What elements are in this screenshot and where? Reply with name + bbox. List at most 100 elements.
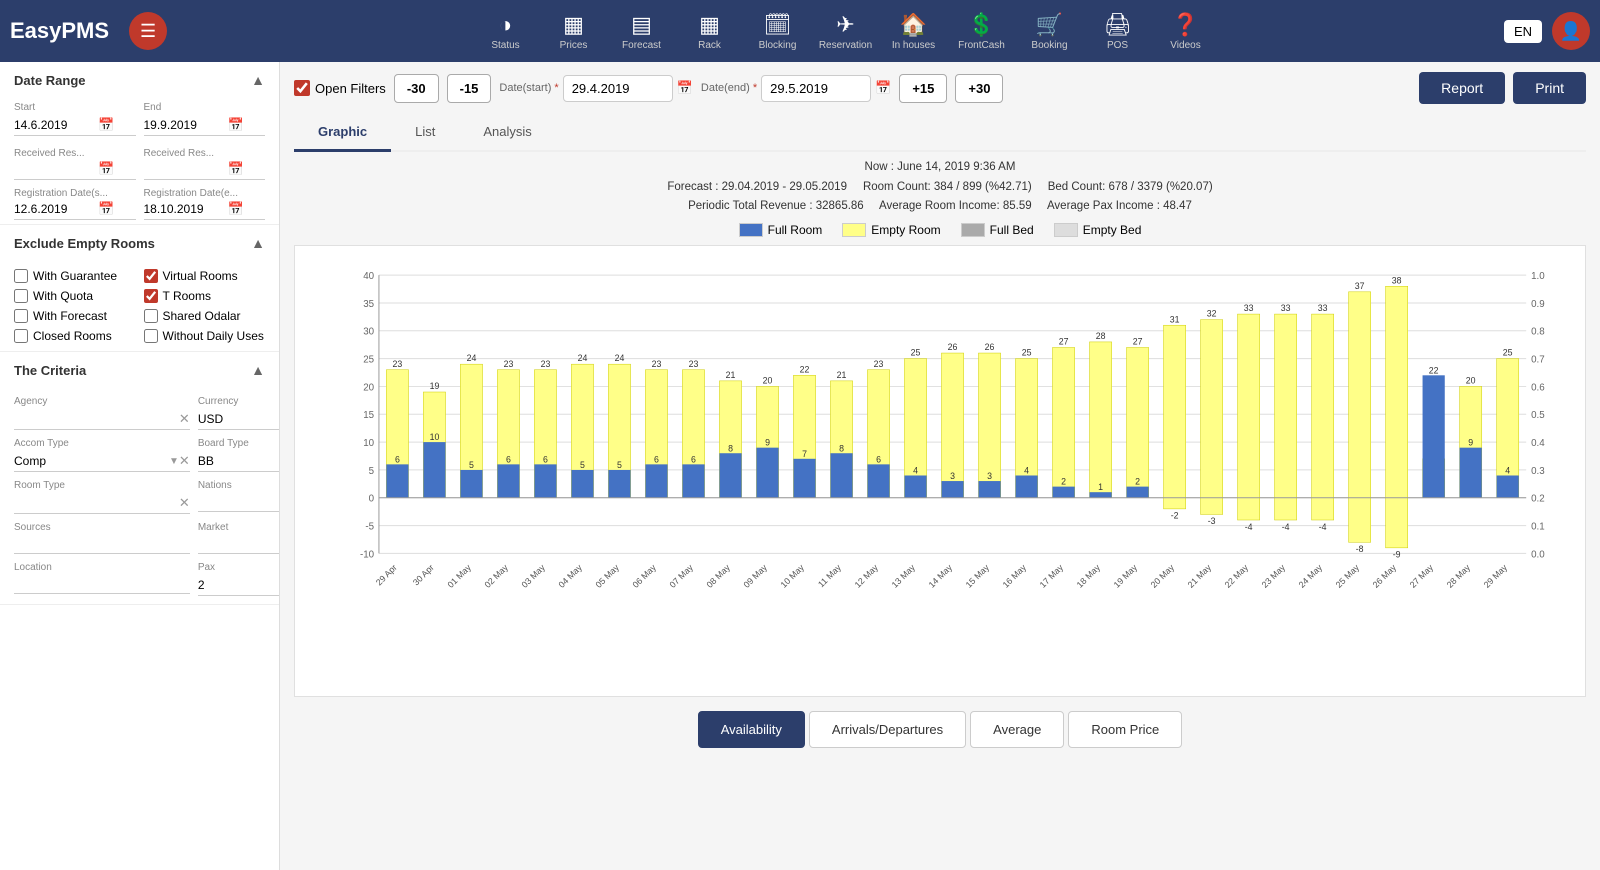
nav-booking[interactable]: 🛒 Booking — [1020, 12, 1080, 51]
nav-prices[interactable]: ▦ Prices — [544, 12, 604, 51]
minus15-button[interactable]: -15 — [447, 74, 492, 103]
checkbox-t_rooms[interactable] — [144, 289, 158, 303]
nav-inhouses[interactable]: 🏠 In houses — [884, 12, 944, 51]
svg-text:24: 24 — [467, 353, 477, 363]
accom-dropdown-icon[interactable]: ▼ — [169, 456, 179, 467]
pax-input: ▼ ✕ — [198, 575, 280, 596]
bottom-tab-average[interactable]: Average — [970, 711, 1064, 748]
nav-rack[interactable]: ▦ Rack — [680, 12, 740, 51]
hamburger-button[interactable]: ☰ — [129, 12, 167, 50]
nav-pos[interactable]: 🖨 POS — [1088, 12, 1148, 51]
criteria-header[interactable]: The Criteria ▲ — [0, 352, 279, 388]
svg-text:15 May: 15 May — [964, 562, 992, 590]
calendar-icon-received1[interactable]: 📅 — [98, 161, 114, 177]
checkbox-with_guarantee[interactable] — [14, 269, 28, 283]
svg-text:25: 25 — [363, 354, 374, 365]
bottom-tab-room-price[interactable]: Room Price — [1068, 711, 1182, 748]
calendar-icon-reg2[interactable]: 📅 — [228, 201, 244, 217]
user-avatar[interactable]: 👤 — [1552, 12, 1590, 50]
checkbox-shared_odalar[interactable] — [144, 309, 158, 323]
svg-text:21 May: 21 May — [1186, 562, 1214, 590]
currency-input: ✕ — [198, 409, 280, 430]
checkbox-with_forecast[interactable] — [14, 309, 28, 323]
registration-value-1[interactable] — [14, 202, 94, 216]
tab-list[interactable]: List — [391, 114, 459, 152]
svg-text:04 May: 04 May — [556, 562, 584, 590]
start-date-value[interactable] — [14, 118, 94, 132]
svg-text:28 May: 28 May — [1445, 562, 1473, 590]
tab-graphic[interactable]: Graphic — [294, 114, 391, 152]
svg-text:30 Apr: 30 Apr — [411, 562, 436, 587]
svg-text:26 May: 26 May — [1371, 562, 1399, 590]
checkbox-virtual_rooms[interactable] — [144, 269, 158, 283]
nav-pos-label: POS — [1107, 40, 1128, 51]
svg-text:17 May: 17 May — [1038, 562, 1066, 590]
calendar-icon-start[interactable]: 📅 — [98, 117, 114, 133]
rack-icon: ▦ — [699, 12, 720, 38]
nav-blocking[interactable]: 🗓 Blocking — [748, 12, 808, 51]
agency-value[interactable] — [14, 412, 179, 426]
location-value[interactable] — [14, 577, 190, 591]
calendar-icon-received2[interactable]: 📅 — [228, 161, 244, 177]
room-type-clear-icon[interactable]: ✕ — [179, 495, 190, 511]
svg-text:37: 37 — [1355, 281, 1365, 291]
registration-label-1: Registration Date(s... — [14, 188, 136, 199]
svg-text:10 May: 10 May — [779, 562, 807, 590]
date-end-input[interactable] — [761, 75, 871, 102]
report-button[interactable]: Report — [1419, 72, 1505, 104]
nav-videos[interactable]: ❓ Videos — [1156, 12, 1216, 51]
agency-clear-icon[interactable]: ✕ — [179, 411, 190, 427]
tab-analysis[interactable]: Analysis — [459, 114, 555, 152]
received-value-2[interactable] — [144, 162, 224, 176]
checkbox-item-with_forecast: With Forecast — [14, 309, 136, 323]
date-range-header[interactable]: Date Range ▲ — [0, 62, 279, 98]
accom-type-value[interactable] — [14, 454, 169, 468]
currency-value[interactable] — [198, 412, 280, 426]
nav-frontcash[interactable]: 💲 FrontCash — [952, 12, 1012, 51]
accom-clear-icon[interactable]: ✕ — [179, 453, 190, 469]
received-value-1[interactable] — [14, 162, 94, 176]
criteria-section: The Criteria ▲ Agency ✕ Currency — [0, 352, 279, 605]
checkbox-without_daily[interactable] — [144, 329, 158, 343]
bottom-tab-arrivals-departures[interactable]: Arrivals/Departures — [809, 711, 966, 748]
legend-empty-room-box — [842, 223, 866, 237]
nations-value[interactable] — [198, 495, 280, 509]
nav-forecast-label: Forecast — [622, 40, 661, 51]
svg-text:26: 26 — [948, 342, 958, 352]
open-filters-label[interactable]: Open Filters — [294, 80, 386, 96]
date-start-input[interactable] — [563, 75, 673, 102]
checkbox-with_quota[interactable] — [14, 289, 28, 303]
board-type-value[interactable] — [198, 454, 280, 468]
end-date-value[interactable] — [144, 118, 224, 132]
checkbox-item-with_quota: With Quota — [14, 289, 136, 303]
print-button[interactable]: Print — [1513, 72, 1586, 104]
sources-value[interactable] — [14, 537, 190, 551]
pax-value[interactable] — [198, 578, 280, 592]
calendar-icon-toolbar-end[interactable]: 📅 — [875, 80, 891, 96]
checkbox-label-without_daily: Without Daily Uses — [163, 329, 264, 343]
open-filters-checkbox[interactable] — [294, 80, 310, 96]
language-button[interactable]: EN — [1504, 20, 1542, 43]
plus15-button[interactable]: +15 — [899, 74, 947, 103]
plus30-button[interactable]: +30 — [955, 74, 1003, 103]
sources-label: Sources — [14, 522, 190, 533]
bottom-tab-availability[interactable]: Availability — [698, 711, 805, 748]
calendar-icon-end[interactable]: 📅 — [228, 117, 244, 133]
calendar-icon-reg1[interactable]: 📅 — [98, 201, 114, 217]
svg-text:-4: -4 — [1282, 521, 1290, 531]
svg-text:29 Apr: 29 Apr — [374, 562, 399, 587]
svg-text:05 May: 05 May — [594, 562, 622, 590]
minus30-button[interactable]: -30 — [394, 74, 439, 103]
room-type-value[interactable] — [14, 496, 179, 510]
calendar-icon-toolbar-start[interactable]: 📅 — [677, 80, 693, 96]
nav-reservation[interactable]: ✈ Reservation — [816, 12, 876, 51]
nav-status[interactable]: ◑ Status — [476, 12, 536, 51]
checkbox-closed_rooms[interactable] — [14, 329, 28, 343]
chart-info-row2: Forecast : 29.04.2019 - 29.05.2019 Room … — [294, 178, 1586, 198]
registration-value-2[interactable] — [144, 202, 224, 216]
svg-text:3: 3 — [987, 471, 992, 481]
nav-forecast[interactable]: ▤ Forecast — [612, 12, 672, 51]
market-value[interactable] — [198, 537, 280, 551]
exclude-empty-rooms-header[interactable]: Exclude Empty Rooms ▲ — [0, 225, 279, 261]
chart-info-now: Now : June 14, 2019 9:36 AM — [294, 158, 1586, 178]
